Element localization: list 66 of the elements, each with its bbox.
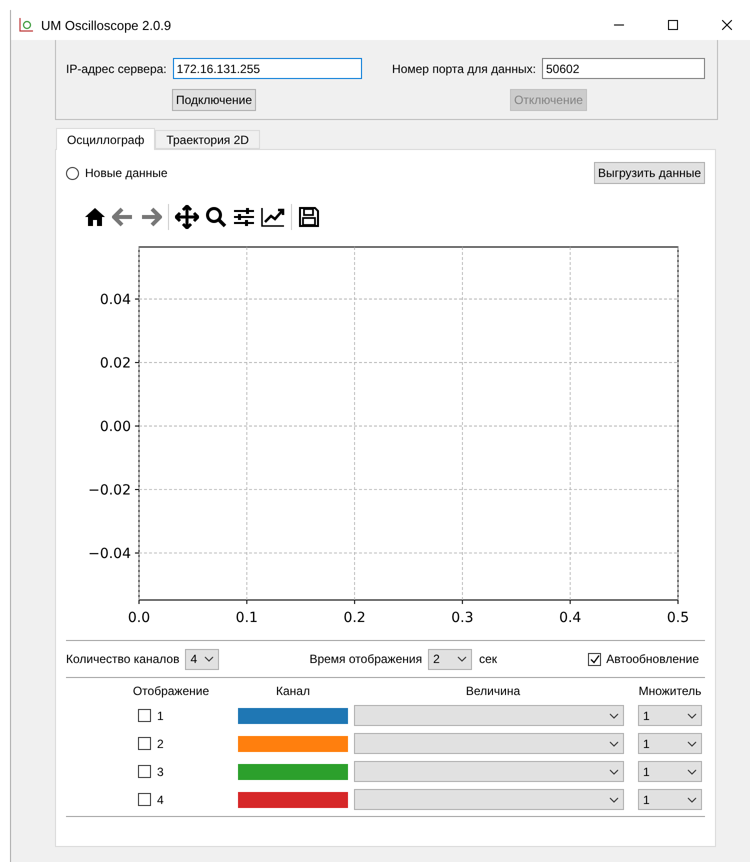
chevron-icon bbox=[687, 712, 697, 718]
autoupdate-label: Автообновление bbox=[606, 652, 699, 666]
display-checkbox[interactable] bbox=[138, 709, 151, 722]
tab[interactable]: Траектория 2D bbox=[155, 130, 260, 149]
chevron-icon bbox=[609, 740, 619, 746]
maximize-icon bbox=[668, 20, 678, 30]
channel-number: 2 bbox=[157, 736, 164, 750]
save-icon[interactable] bbox=[298, 206, 320, 228]
display-checkbox[interactable] bbox=[138, 737, 151, 750]
x-tick-label: 0.0 bbox=[128, 610, 150, 626]
display-time-dropdown[interactable]: 2 bbox=[428, 648, 472, 670]
channel-number: 4 bbox=[157, 792, 164, 806]
back-arrow-icon[interactable] bbox=[112, 207, 134, 227]
column-header: Множитель bbox=[638, 684, 702, 698]
chevron-icon bbox=[687, 740, 697, 746]
x-tick-label: 0.4 bbox=[559, 610, 582, 626]
sliders-icon[interactable] bbox=[233, 207, 255, 227]
autoupdate-checkbox[interactable] bbox=[588, 652, 602, 666]
close-icon bbox=[722, 20, 732, 30]
ip-field[interactable]: 172.16.131.255 bbox=[172, 58, 362, 79]
multiplier-dropdown[interactable]: 1 bbox=[638, 705, 702, 726]
search-icon[interactable] bbox=[205, 206, 227, 228]
chevron-icon bbox=[609, 768, 619, 774]
chevron-icon bbox=[457, 656, 468, 662]
multiplier-dropdown[interactable]: 1 bbox=[638, 733, 702, 754]
y-tick-label: −0.02 bbox=[88, 482, 131, 499]
tab[interactable]: Осциллограф bbox=[56, 128, 156, 150]
display-time-label: Время отображения bbox=[309, 652, 422, 666]
export-button[interactable]: Выгрузить данные bbox=[594, 162, 705, 184]
column-header: Величина bbox=[464, 684, 522, 698]
chevron-icon bbox=[609, 796, 619, 802]
multiplier-dropdown[interactable]: 1 bbox=[638, 789, 702, 810]
connect-button[interactable]: Подключение bbox=[172, 89, 256, 111]
port-field[interactable]: 50602 bbox=[542, 58, 705, 79]
move-icon[interactable] bbox=[175, 205, 199, 229]
chevron-icon bbox=[687, 768, 697, 774]
radio-button[interactable] bbox=[66, 166, 79, 180]
display-checkbox[interactable] bbox=[138, 793, 151, 806]
column-header: Канал bbox=[275, 684, 311, 698]
port-label: Номер порта для данных: bbox=[392, 62, 536, 76]
window-title: UM Oscilloscope 2.0.9 bbox=[41, 18, 172, 32]
channel-count-label: Количество каналов bbox=[66, 652, 180, 666]
app-icon bbox=[19, 18, 33, 32]
chevron-icon bbox=[609, 712, 619, 718]
time-unit: сек bbox=[479, 652, 498, 666]
y-tick-label: 0.02 bbox=[100, 356, 131, 372]
y-tick-label: 0.04 bbox=[100, 292, 131, 308]
line-chart-icon[interactable] bbox=[261, 207, 285, 227]
x-tick-label: 0.3 bbox=[451, 610, 474, 626]
forward-arrow-icon[interactable] bbox=[140, 207, 162, 227]
x-tick-label: 0.1 bbox=[236, 610, 258, 626]
x-tick-label: 0.5 bbox=[666, 610, 690, 626]
multiplier-dropdown[interactable]: 1 bbox=[638, 761, 702, 782]
ip-label: IP-адрес сервера: bbox=[66, 62, 167, 76]
channel-number: 3 bbox=[157, 764, 164, 778]
channel-count-dropdown[interactable]: 4 bbox=[185, 648, 220, 670]
radio-label: Новые данные bbox=[85, 166, 168, 180]
y-tick-label: 0.00 bbox=[100, 419, 131, 436]
home-icon[interactable] bbox=[84, 207, 106, 227]
channel-number: 1 bbox=[157, 708, 164, 722]
chevron-icon bbox=[687, 796, 697, 802]
display-checkbox[interactable] bbox=[138, 765, 151, 778]
chevron-icon bbox=[204, 656, 214, 662]
x-tick-label: 0.2 bbox=[343, 610, 366, 626]
y-tick-label: −0.04 bbox=[88, 546, 131, 562]
column-header: Отображение bbox=[132, 684, 210, 698]
